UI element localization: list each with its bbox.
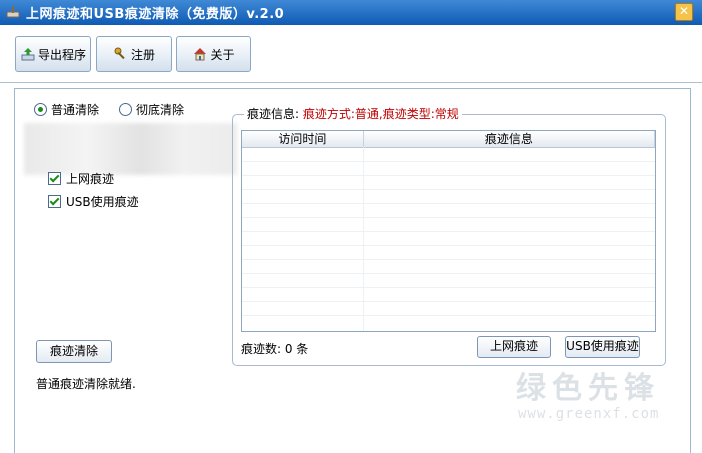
status-text: 普通痕迹清除就绪. xyxy=(36,377,136,391)
blurred-region xyxy=(24,123,237,175)
checkbox-usb-traces[interactable] xyxy=(48,195,61,208)
show-internet-traces-button[interactable]: 上网痕迹 xyxy=(477,336,551,358)
radio-normal-clear[interactable] xyxy=(34,103,47,116)
about-button[interactable]: 关于 xyxy=(176,36,251,72)
check-internet-traces-row[interactable]: 上网痕迹 xyxy=(48,170,114,187)
window-title: 上网痕迹和USB痕迹清除（免费版）v.2.0 xyxy=(26,7,285,22)
export-program-label: 导出程序 xyxy=(37,47,86,62)
about-house-icon xyxy=(194,48,207,61)
svg-text:绿色先锋: 绿色先锋 xyxy=(516,371,660,406)
register-label: 注册 xyxy=(130,47,155,62)
legend-detail: 痕迹方式:普通,痕迹类型:常规 xyxy=(302,107,459,121)
trace-info-legend: 痕迹信息: 痕迹方式:普通,痕迹类型:常规 xyxy=(244,105,462,122)
list-grid-line xyxy=(242,315,655,316)
column-visit-time[interactable]: 访问时间 xyxy=(242,131,364,147)
list-grid-line xyxy=(242,273,655,274)
export-icon xyxy=(21,48,35,61)
svg-text:www.greenxf.com: www.greenxf.com xyxy=(518,406,659,422)
show-usb-traces-button[interactable]: USB使用痕迹 xyxy=(565,336,640,358)
radio-deep-clear[interactable] xyxy=(119,103,133,116)
trace-count: 痕迹数: 0 条 xyxy=(241,342,309,356)
toolbar: 导出程序 注册 关于 xyxy=(0,25,702,82)
checkbox-internet-traces[interactable] xyxy=(48,172,61,185)
list-grid-line xyxy=(242,301,655,302)
export-program-button[interactable]: 导出程序 xyxy=(15,36,91,72)
title-bar: 上网痕迹和USB痕迹清除（免费版）v.2.0 ✕ xyxy=(0,0,702,25)
list-grid-line xyxy=(242,189,655,190)
column-trace-info[interactable]: 痕迹信息 xyxy=(364,131,655,147)
clear-traces-button[interactable]: 痕迹清除 xyxy=(36,340,112,363)
greenxf-watermark-logo: 绿色先锋 www.greenxf.com xyxy=(516,371,660,422)
broom-icon xyxy=(5,4,21,20)
list-grid-line xyxy=(242,287,655,288)
radio-deep-clear-label: 彻底清除 xyxy=(136,103,185,117)
list-grid-line xyxy=(242,231,655,232)
list-grid-line xyxy=(242,161,655,162)
check-usb-traces-row[interactable]: USB使用痕迹 xyxy=(48,193,139,210)
about-label: 关于 xyxy=(210,47,235,62)
trace-list[interactable]: 访问时间 痕迹信息 xyxy=(241,130,656,332)
register-key-icon xyxy=(114,47,125,60)
trace-list-header: 访问时间 痕迹信息 xyxy=(242,131,655,148)
toolbar-separator xyxy=(0,82,702,83)
close-icon: ✕ xyxy=(678,4,690,18)
list-grid-line xyxy=(242,175,655,176)
radio-normal-clear-label: 普通清除 xyxy=(51,103,100,117)
list-grid-line xyxy=(242,217,655,218)
checkbox-internet-traces-label: 上网痕迹 xyxy=(66,172,115,186)
list-grid-line xyxy=(242,259,655,260)
mode-options: 普通清除 彻底清除 xyxy=(34,101,184,118)
checkbox-usb-traces-label: USB使用痕迹 xyxy=(66,195,139,209)
list-grid-line xyxy=(242,245,655,246)
register-button[interactable]: 注册 xyxy=(96,36,172,72)
close-button[interactable]: ✕ xyxy=(675,3,693,21)
list-grid-line xyxy=(242,203,655,204)
legend-prefix: 痕迹信息: xyxy=(247,107,300,121)
